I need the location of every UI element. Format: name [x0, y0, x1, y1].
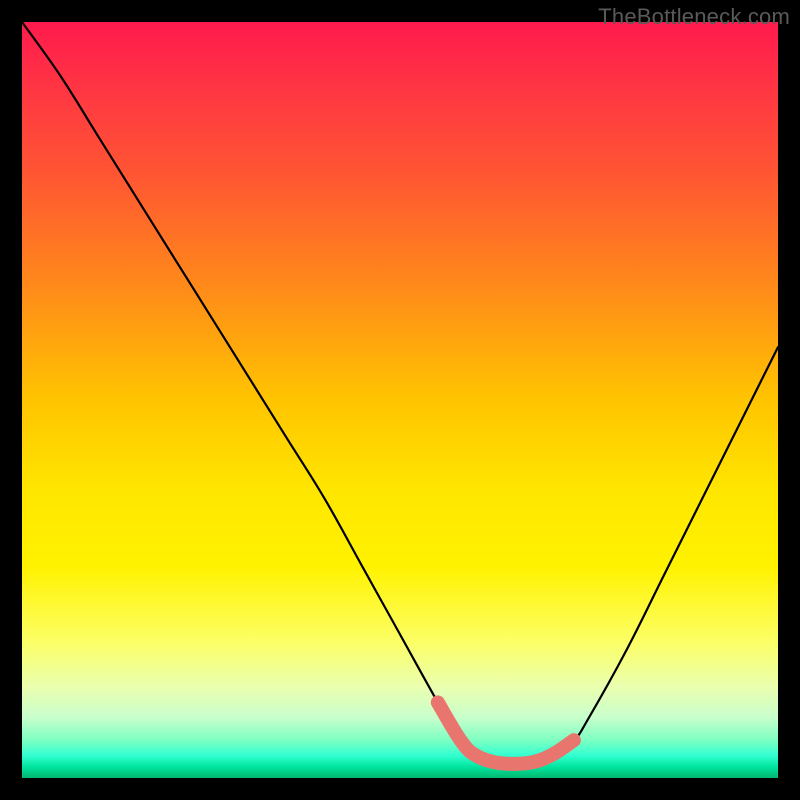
trough-highlight [438, 702, 574, 763]
plot-area [22, 22, 778, 778]
curve-path [22, 22, 778, 764]
watermark-text: TheBottleneck.com [598, 4, 790, 30]
bottleneck-curve [22, 22, 778, 778]
chart-frame: TheBottleneck.com [0, 0, 800, 800]
